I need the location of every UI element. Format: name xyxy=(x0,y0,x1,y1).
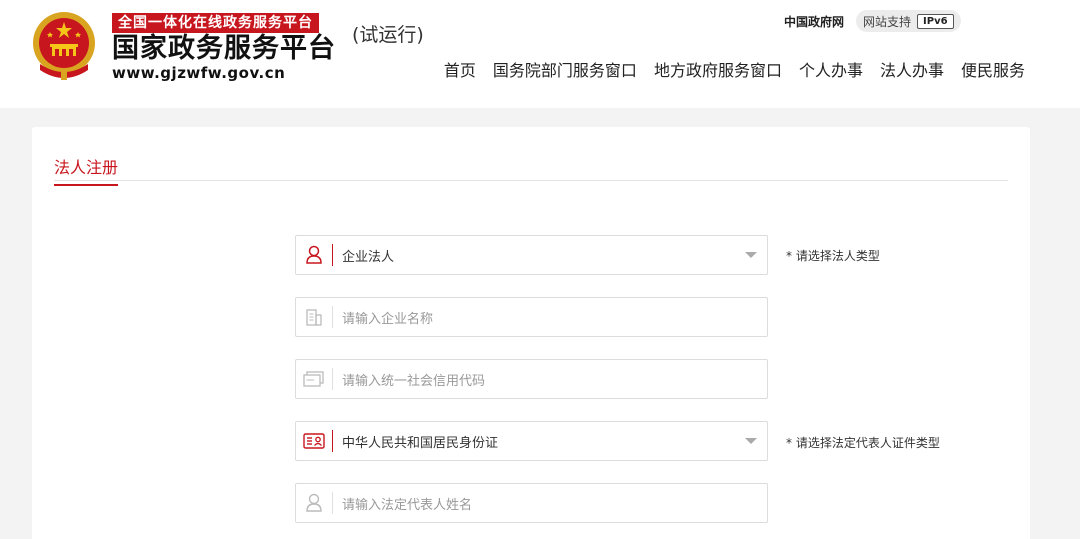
field-divider xyxy=(332,430,333,452)
nav-local-gov[interactable]: 地方政府服务窗口 xyxy=(654,57,782,81)
chevron-down-icon[interactable] xyxy=(745,252,757,258)
logo-title: 国家政务服务平台 xyxy=(112,33,336,64)
user-outline-icon xyxy=(296,484,332,522)
registration-card: 法人注册 企业法人 * 请选择法人类型 请输入企业名称 请输入统一社会信用代码 … xyxy=(32,127,1030,539)
nav-corporate-services[interactable]: 法人办事 xyxy=(880,57,944,81)
ipv6-badge: IPv6 xyxy=(917,13,954,29)
card-stack-icon xyxy=(296,360,332,398)
id-card-icon xyxy=(296,422,332,460)
company-name-placeholder: 请输入企业名称 xyxy=(342,311,434,327)
user-outline-icon xyxy=(296,236,332,274)
legal-type-select[interactable]: 企业法人 xyxy=(295,235,768,275)
gov-website-link[interactable]: 中国政府网 xyxy=(784,13,844,30)
rep-name-field[interactable]: 请输入法定代表人姓名 xyxy=(295,483,768,523)
company-name-field[interactable]: 请输入企业名称 xyxy=(295,297,768,337)
site-header: 全国一体化在线政务服务平台 国家政务服务平台 www.gjzwfw.gov.cn… xyxy=(0,0,1080,108)
credit-code-placeholder: 请输入统一社会信用代码 xyxy=(342,373,486,389)
building-icon xyxy=(296,298,332,336)
support-label: 网站支持 xyxy=(863,14,912,29)
site-support-badge: 网站支持 IPv6 xyxy=(856,10,961,32)
logo-url: www.gjzwfw.gov.cn xyxy=(112,64,286,82)
main-nav: 首页 国务院部门服务窗口 地方政府服务窗口 个人办事 法人办事 便民服务 xyxy=(444,57,1025,81)
logo-banner: 全国一体化在线政务服务平台 xyxy=(112,13,319,33)
nav-state-council-depts[interactable]: 国务院部门服务窗口 xyxy=(493,57,637,81)
chevron-down-icon[interactable] xyxy=(745,438,757,444)
field-divider xyxy=(332,244,333,266)
id-type-hint: * 请选择法定代表人证件类型 xyxy=(786,436,940,450)
section-title[interactable]: 法人注册 xyxy=(54,154,119,186)
nav-convenience-services[interactable]: 便民服务 xyxy=(961,57,1025,81)
legal-type-hint: * 请选择法人类型 xyxy=(786,249,880,263)
id-type-select[interactable]: 中华人民共和国居民身份证 xyxy=(295,421,768,461)
id-type-value: 中华人民共和国居民身份证 xyxy=(342,435,499,451)
top-links: 中国政府网 网站支持 IPv6 xyxy=(784,10,961,32)
rep-name-placeholder: 请输入法定代表人姓名 xyxy=(342,497,473,513)
field-divider xyxy=(332,306,333,328)
nav-personal-services[interactable]: 个人办事 xyxy=(799,57,863,81)
field-divider xyxy=(332,368,333,390)
field-divider xyxy=(332,492,333,514)
nav-home[interactable]: 首页 xyxy=(444,57,476,81)
trial-label: (试运行) xyxy=(352,24,424,46)
legal-type-value: 企业法人 xyxy=(342,249,395,265)
credit-code-field[interactable]: 请输入统一社会信用代码 xyxy=(295,359,768,399)
national-emblem-icon xyxy=(33,12,95,80)
site-logo[interactable]: 全国一体化在线政务服务平台 国家政务服务平台 www.gjzwfw.gov.cn xyxy=(112,12,336,82)
section-divider xyxy=(54,180,1008,181)
